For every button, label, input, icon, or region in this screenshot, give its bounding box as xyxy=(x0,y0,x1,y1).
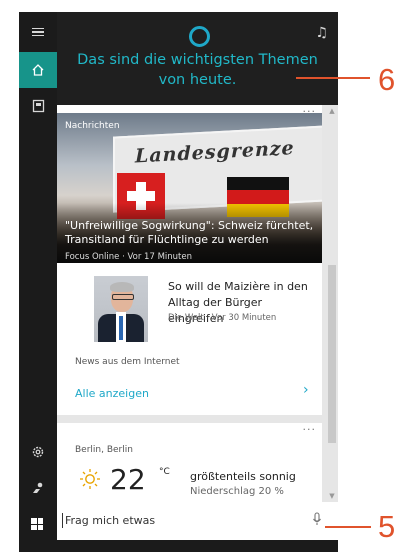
cortana-logo-icon xyxy=(189,26,210,47)
cortana-panel: ♫ Das sind die wichtigsten Themen von he… xyxy=(19,12,338,552)
home-glyph xyxy=(32,64,44,76)
callout-6-number: 6 xyxy=(378,62,396,97)
scroll-up-icon[interactable]: ▲ xyxy=(328,107,336,115)
sun-icon xyxy=(79,468,100,489)
feedback-icon[interactable] xyxy=(19,470,57,506)
gear-icon[interactable] xyxy=(19,434,57,470)
sidebar xyxy=(19,12,57,502)
temperature-value: 22 xyxy=(110,463,146,496)
sun-rays xyxy=(80,469,100,489)
chevron-right-icon[interactable]: › xyxy=(303,382,309,398)
cortana-headline: Das sind die wichtigsten Themen von heut… xyxy=(57,50,338,90)
hamburger-icon[interactable] xyxy=(19,14,57,50)
top-story-source: Focus Online · Vor 17 Minuten xyxy=(65,252,192,262)
notebook-sidebar-icon[interactable] xyxy=(19,88,57,124)
precipitation: Niederschlag 20 % xyxy=(190,486,284,497)
top-story-title[interactable]: "Unfreiwillige Sogwirkung": Schweiz fürc… xyxy=(65,219,320,247)
news-internet-label: News aus dem Internet xyxy=(75,357,180,367)
news-card: ··· Landesgrenze Nachrichten "Unfreiwill… xyxy=(57,105,322,415)
weather-location: Berlin, Berlin xyxy=(75,445,133,455)
windows-icon[interactable] xyxy=(31,518,43,530)
scroll-down-icon[interactable]: ▼ xyxy=(328,492,336,500)
temperature-unit: °C xyxy=(159,467,170,477)
content-feed[interactable]: ··· Landesgrenze Nachrichten "Unfreiwill… xyxy=(57,105,338,502)
headline-line-1: Das sind die wichtigsten Themen xyxy=(77,52,318,68)
weather-card[interactable]: ··· Berlin, Berlin 22 °C größtenteils so… xyxy=(57,423,322,502)
top-story-image[interactable]: Landesgrenze Nachrichten "Unfreiwillige … xyxy=(57,113,322,263)
scroll-thumb[interactable] xyxy=(328,265,336,443)
portrait-tie xyxy=(119,316,123,340)
feedback-glyph xyxy=(33,482,43,493)
home-icon[interactable] xyxy=(19,52,57,88)
story2-source: Die Welt · Vor 30 Minuten xyxy=(168,313,277,323)
notebook-glyph xyxy=(32,99,44,113)
show-all-link[interactable]: Alle anzeigen xyxy=(75,387,149,400)
weather-condition: größtenteils sonnig xyxy=(190,470,296,483)
cortana-header: ♫ Das sind die wichtigsten Themen von he… xyxy=(57,12,338,105)
scrollbar[interactable]: ▲ ▼ xyxy=(326,105,338,502)
search-placeholder: Frag mich etwas xyxy=(65,514,156,527)
news-section-label: Nachrichten xyxy=(65,121,120,131)
callout-6-line xyxy=(296,77,370,79)
microphone-icon[interactable] xyxy=(312,512,322,529)
music-note-icon[interactable]: ♫ xyxy=(315,25,328,41)
taskbar-search: Frag mich etwas xyxy=(19,502,338,552)
headline-line-2: von heute. xyxy=(158,72,237,88)
mic-glyph xyxy=(313,512,321,525)
portrait-glasses xyxy=(112,294,134,300)
search-input[interactable]: Frag mich etwas xyxy=(57,502,338,540)
gear-glyph xyxy=(32,446,44,458)
weather-more-icon[interactable]: ··· xyxy=(303,423,317,436)
sign-text: Landesgrenze xyxy=(135,137,295,168)
story2-thumbnail[interactable] xyxy=(94,276,148,342)
text-cursor xyxy=(62,513,63,528)
callout-5-line xyxy=(325,526,371,528)
portrait-hair xyxy=(110,282,134,292)
